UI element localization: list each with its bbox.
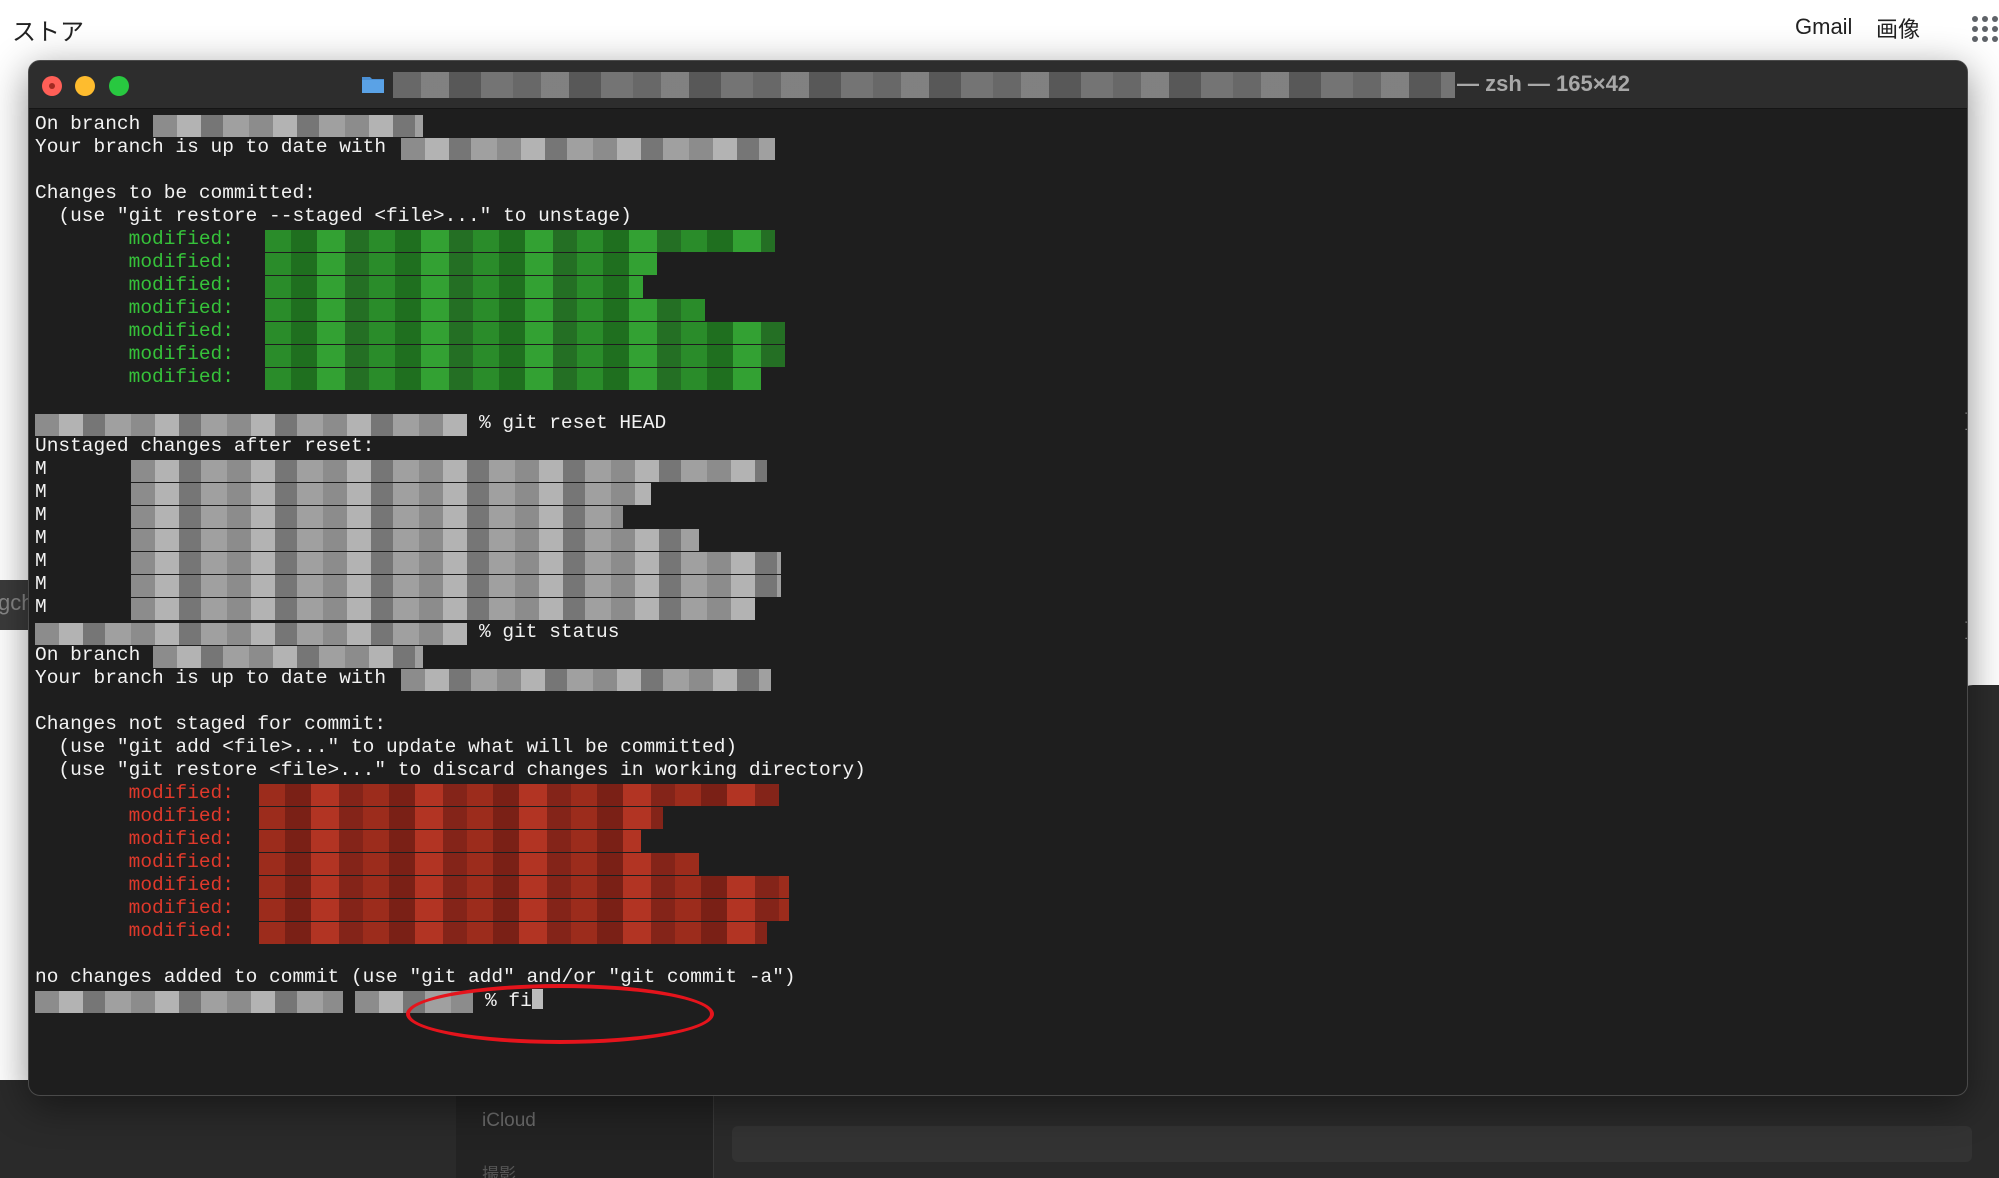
command-git-reset: % git reset HEAD bbox=[479, 412, 667, 434]
unstaged-modified-line: modified: bbox=[35, 874, 234, 896]
staged-modified-line: modified: bbox=[35, 228, 234, 250]
unstaged-M: M bbox=[35, 550, 47, 572]
staged-modified-line: modified: bbox=[35, 274, 234, 296]
redacted-branch bbox=[153, 646, 423, 668]
redacted-branch bbox=[153, 115, 423, 137]
staged-modified-line: modified: bbox=[35, 343, 234, 365]
redacted-file bbox=[265, 345, 785, 367]
output-line: Your branch is up to date with bbox=[35, 667, 387, 689]
unstaged-M: M bbox=[35, 481, 47, 503]
redacted-file bbox=[131, 483, 651, 505]
command-git-status: % git status bbox=[479, 621, 620, 643]
annotation-ellipse bbox=[406, 984, 714, 1044]
output-line: (use "git restore --staged <file>..." to… bbox=[35, 205, 632, 227]
redacted-file bbox=[259, 853, 699, 875]
redacted-file bbox=[265, 322, 785, 344]
redacted-file bbox=[131, 598, 755, 620]
output-line: Your branch is up to date with bbox=[35, 136, 387, 158]
redacted-file bbox=[259, 830, 641, 852]
redacted-file bbox=[131, 506, 623, 528]
redacted-file bbox=[259, 784, 779, 806]
close-button[interactable] bbox=[42, 76, 62, 96]
background-field bbox=[732, 1126, 1972, 1162]
gmail-link[interactable]: Gmail bbox=[1795, 14, 1852, 40]
output-line: (use "git add <file>..." to update what … bbox=[35, 736, 738, 758]
redacted-remote bbox=[401, 138, 775, 160]
apps-grid-icon[interactable] bbox=[1970, 14, 1999, 44]
redacted-file bbox=[265, 276, 643, 298]
output-line: Changes to be committed: bbox=[35, 182, 316, 204]
terminal-window[interactable]: — zsh — 165×42 On branch Your branch is … bbox=[28, 60, 1968, 1096]
output-line: On branch bbox=[35, 644, 141, 666]
unstaged-modified-line: modified: bbox=[35, 805, 234, 827]
redacted-file bbox=[131, 529, 699, 551]
redacted-file bbox=[259, 922, 767, 944]
staged-modified-line: modified: bbox=[35, 366, 234, 388]
minimize-button[interactable] bbox=[75, 76, 95, 96]
redacted-file bbox=[131, 460, 767, 482]
unstaged-modified-line: modified: bbox=[35, 897, 234, 919]
redacted-prompt bbox=[35, 991, 343, 1013]
output-line: no changes added to commit (use "git add… bbox=[35, 966, 796, 988]
folder-icon bbox=[362, 77, 384, 93]
output-line: Unstaged changes after reset: bbox=[35, 435, 375, 457]
unstaged-M: M bbox=[35, 458, 47, 480]
redacted-file bbox=[131, 552, 781, 574]
terminal-titlebar[interactable]: — zsh — 165×42 bbox=[29, 61, 1967, 109]
redacted-file bbox=[265, 368, 761, 390]
redacted-prompt bbox=[35, 623, 467, 645]
redacted-prompt bbox=[35, 414, 467, 436]
sidebar-item-icloud[interactable]: iCloud bbox=[482, 1110, 536, 1132]
redacted-file bbox=[265, 230, 775, 252]
mark-bracket: ] bbox=[1963, 412, 1967, 432]
redacted-file bbox=[265, 299, 705, 321]
unstaged-M: M bbox=[35, 573, 47, 595]
sidebar-item-sub[interactable]: 撮影 bbox=[482, 1160, 516, 1178]
unstaged-modified-line: modified: bbox=[35, 920, 234, 942]
output-line: Changes not staged for commit: bbox=[35, 713, 387, 735]
redacted-file bbox=[131, 575, 781, 597]
browser-top-bar: ストア Gmail 画像 bbox=[0, 0, 1999, 62]
unstaged-M: M bbox=[35, 527, 47, 549]
staged-modified-line: modified: bbox=[35, 297, 234, 319]
store-link[interactable]: ストア bbox=[12, 12, 84, 47]
unstaged-modified-line: modified: bbox=[35, 782, 234, 804]
redacted-file bbox=[259, 899, 789, 921]
redacted-file bbox=[265, 253, 657, 275]
output-line: (use "git restore <file>..." to discard … bbox=[35, 759, 866, 781]
output-line: On branch bbox=[35, 113, 141, 135]
staged-modified-line: modified: bbox=[35, 251, 234, 273]
staged-modified-line: modified: bbox=[35, 320, 234, 342]
terminal-title: — zsh — 165×42 bbox=[1457, 71, 1631, 96]
unstaged-modified-line: modified: bbox=[35, 828, 234, 850]
unstaged-modified-line: modified: bbox=[35, 851, 234, 873]
redacted-file bbox=[259, 807, 663, 829]
mark-bracket: ] bbox=[1963, 621, 1967, 641]
unstaged-M: M bbox=[35, 504, 47, 526]
redacted-file bbox=[259, 876, 789, 898]
images-link[interactable]: 画像 bbox=[1876, 12, 1920, 44]
unstaged-M: M bbox=[35, 596, 47, 618]
redacted-remote bbox=[401, 669, 771, 691]
title-path-redacted bbox=[393, 72, 1455, 98]
zoom-button[interactable] bbox=[109, 76, 129, 96]
